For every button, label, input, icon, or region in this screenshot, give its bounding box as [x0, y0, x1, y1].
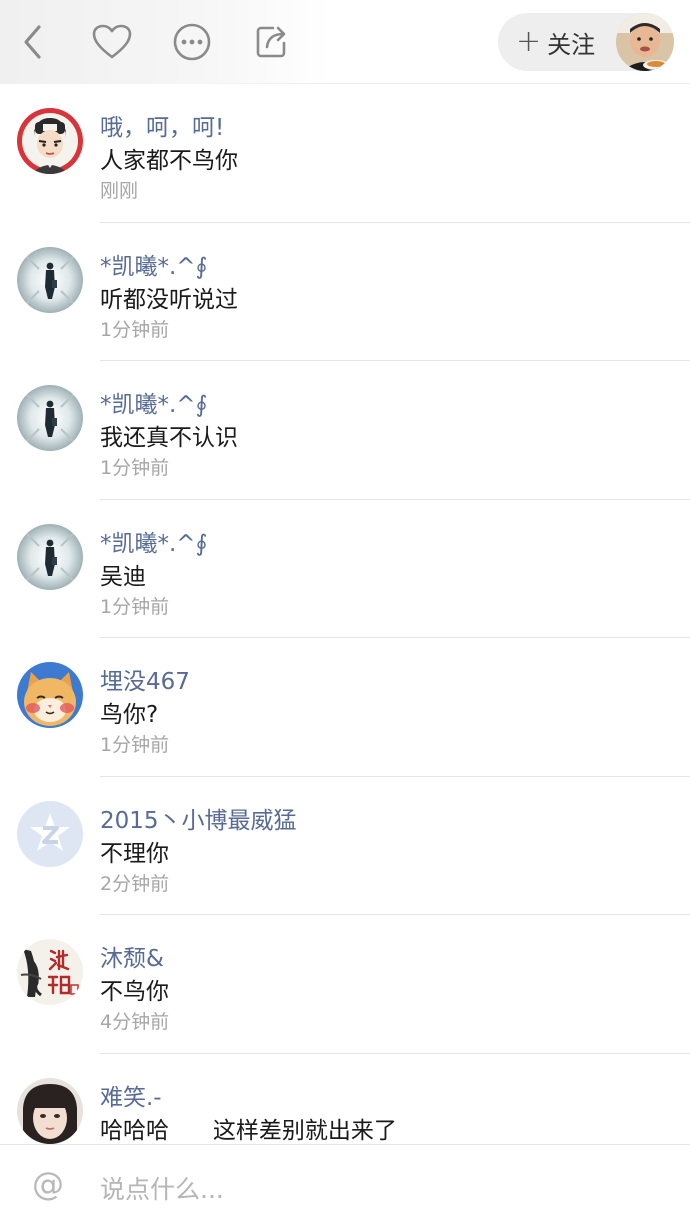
- comment-author[interactable]: 哦，呵，呵!: [100, 108, 224, 142]
- tunnel-figure-avatar[interactable]: [17, 385, 83, 451]
- comment-list[interactable]: 哦，呵，呵! 人家都不鸟你 刚刚 *凯曦*.^∮ 听都没听说过 1分钟前 *凯曦…: [0, 84, 690, 1144]
- tunnel-figure-avatar[interactable]: [17, 246, 83, 313]
- comment-author[interactable]: *凯曦*.^∮: [100, 524, 208, 558]
- comment-author[interactable]: 2015丶小博最威猛: [100, 801, 297, 835]
- cat-avatar[interactable]: [17, 662, 83, 728]
- comment-item[interactable]: 哦，呵，呵! 人家都不鸟你 刚刚: [0, 84, 690, 223]
- comment-time: 2分钟前: [100, 872, 170, 895]
- comment-time: 刚刚: [100, 180, 139, 202]
- comment-time: 1分钟前: [100, 457, 170, 479]
- comment-item[interactable]: 埋没467 鸟你? 1分钟前: [0, 638, 690, 777]
- comment-text: 听都没听说过: [100, 286, 238, 313]
- calligraphy-avatar[interactable]: [17, 939, 83, 1005]
- comment-text: 鸟你?: [100, 702, 159, 728]
- more-dots-icon[interactable]: [170, 20, 214, 64]
- comment-item[interactable]: *凯曦*.^∮ 我还真不认识 1分钟前: [0, 361, 690, 500]
- comment-author[interactable]: 沐颓&: [100, 939, 164, 973]
- follow-label: 关注: [547, 30, 596, 59]
- comment-text: 我还真不认识: [100, 425, 238, 451]
- comment-text: 哈哈哈 这样差别就出来了: [100, 1117, 397, 1144]
- comment-time: 1分钟前: [100, 318, 170, 341]
- comment-time: 1分钟前: [100, 595, 170, 618]
- default-qq-avatar[interactable]: [17, 800, 83, 867]
- heart-icon[interactable]: [90, 20, 134, 64]
- plus-icon: +: [516, 24, 542, 59]
- comment-time: 4分钟前: [100, 1011, 170, 1033]
- comment-item[interactable]: *凯曦*.^∮ 听都没听说过 1分钟前: [0, 223, 690, 361]
- comment-text: 不鸟你: [100, 979, 169, 1005]
- comment-text: 人家都不鸟你: [100, 148, 238, 174]
- comment-author[interactable]: *凯曦*.^∮: [100, 247, 208, 281]
- back-chevron-icon[interactable]: [12, 20, 56, 64]
- follow-button[interactable]: + 关注: [498, 13, 674, 71]
- comment-input-bar[interactable]: @ 说点什么...: [0, 1144, 690, 1227]
- comment-text: 不理你: [100, 840, 169, 867]
- comment-author[interactable]: 埋没467: [100, 662, 190, 696]
- comment-item[interactable]: *凯曦*.^∮ 吴迪 1分钟前: [0, 500, 690, 638]
- comment-input-placeholder[interactable]: 说点什么...: [100, 1170, 224, 1206]
- comment-item[interactable]: 难笑.- 哈哈哈 这样差别就出来了: [0, 1054, 690, 1145]
- mention-at-icon[interactable]: @: [32, 1165, 64, 1203]
- girl-avatar[interactable]: [17, 1077, 83, 1144]
- cartoon-boy-avatar[interactable]: [17, 108, 83, 174]
- comment-item[interactable]: 沐颓& 不鸟你 4分钟前: [0, 915, 690, 1054]
- comment-text: 吴迪: [100, 563, 146, 590]
- author-avatar[interactable]: [616, 13, 674, 71]
- comment-item[interactable]: 2015丶小博最威猛 不理你 2分钟前: [0, 777, 690, 915]
- share-icon[interactable]: [250, 20, 294, 64]
- comment-author[interactable]: *凯曦*.^∮: [100, 385, 208, 419]
- comment-author[interactable]: 难笑.-: [100, 1078, 162, 1112]
- tunnel-figure-avatar[interactable]: [17, 523, 83, 590]
- comment-time: 1分钟前: [100, 734, 170, 756]
- top-bar: + 关注: [0, 0, 690, 84]
